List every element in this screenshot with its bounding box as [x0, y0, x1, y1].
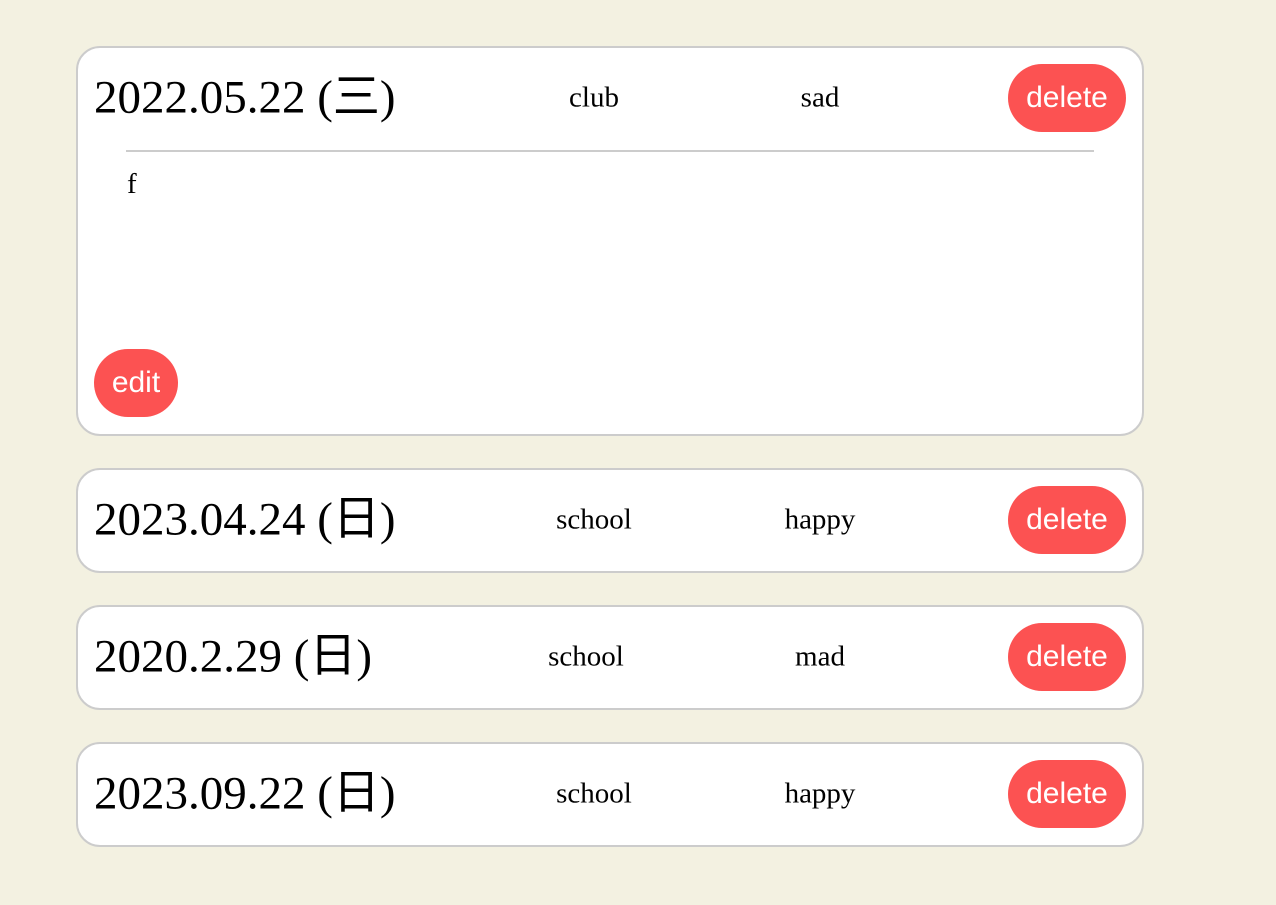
- entry-category: school: [556, 503, 632, 536]
- entry-header[interactable]: 2023.04.24 (日) school happy delete: [78, 470, 1142, 570]
- diary-entry-card[interactable]: 2020.2.29 (日) school mad delete: [76, 605, 1144, 710]
- entry-date: 2023.09.22 (日): [94, 767, 396, 820]
- entry-category: school: [548, 640, 624, 673]
- delete-button[interactable]: delete: [1008, 623, 1126, 691]
- entry-header[interactable]: 2022.05.22 (三) club sad delete: [78, 48, 1142, 148]
- entry-content: f: [127, 168, 137, 200]
- diary-entry-card[interactable]: 2023.04.24 (日) school happy delete: [76, 468, 1144, 573]
- entry-mood: sad: [800, 81, 840, 114]
- delete-button[interactable]: delete: [1008, 486, 1126, 554]
- entry-date: 2022.05.22 (三): [94, 71, 396, 124]
- diary-entry-card[interactable]: 2023.09.22 (日) school happy delete: [76, 742, 1144, 847]
- entry-divider: [126, 150, 1094, 152]
- delete-button[interactable]: delete: [1008, 64, 1126, 132]
- entry-mood: mad: [795, 640, 845, 673]
- delete-button[interactable]: delete: [1008, 760, 1126, 828]
- entry-category: club: [569, 81, 619, 114]
- entry-category: school: [556, 777, 632, 810]
- entry-mood: happy: [784, 503, 856, 536]
- entry-header[interactable]: 2023.09.22 (日) school happy delete: [78, 744, 1142, 844]
- diary-page: { "entries": [ { "date": "2022.05.22 (三)…: [0, 0, 1276, 905]
- edit-button[interactable]: edit: [94, 349, 178, 417]
- entry-date: 2023.04.24 (日): [94, 493, 396, 546]
- diary-entry-card[interactable]: 2022.05.22 (三) club sad delete f edit: [76, 46, 1144, 436]
- entry-date: 2020.2.29 (日): [94, 630, 373, 683]
- entry-header[interactable]: 2020.2.29 (日) school mad delete: [78, 607, 1142, 707]
- entry-mood: happy: [784, 777, 856, 810]
